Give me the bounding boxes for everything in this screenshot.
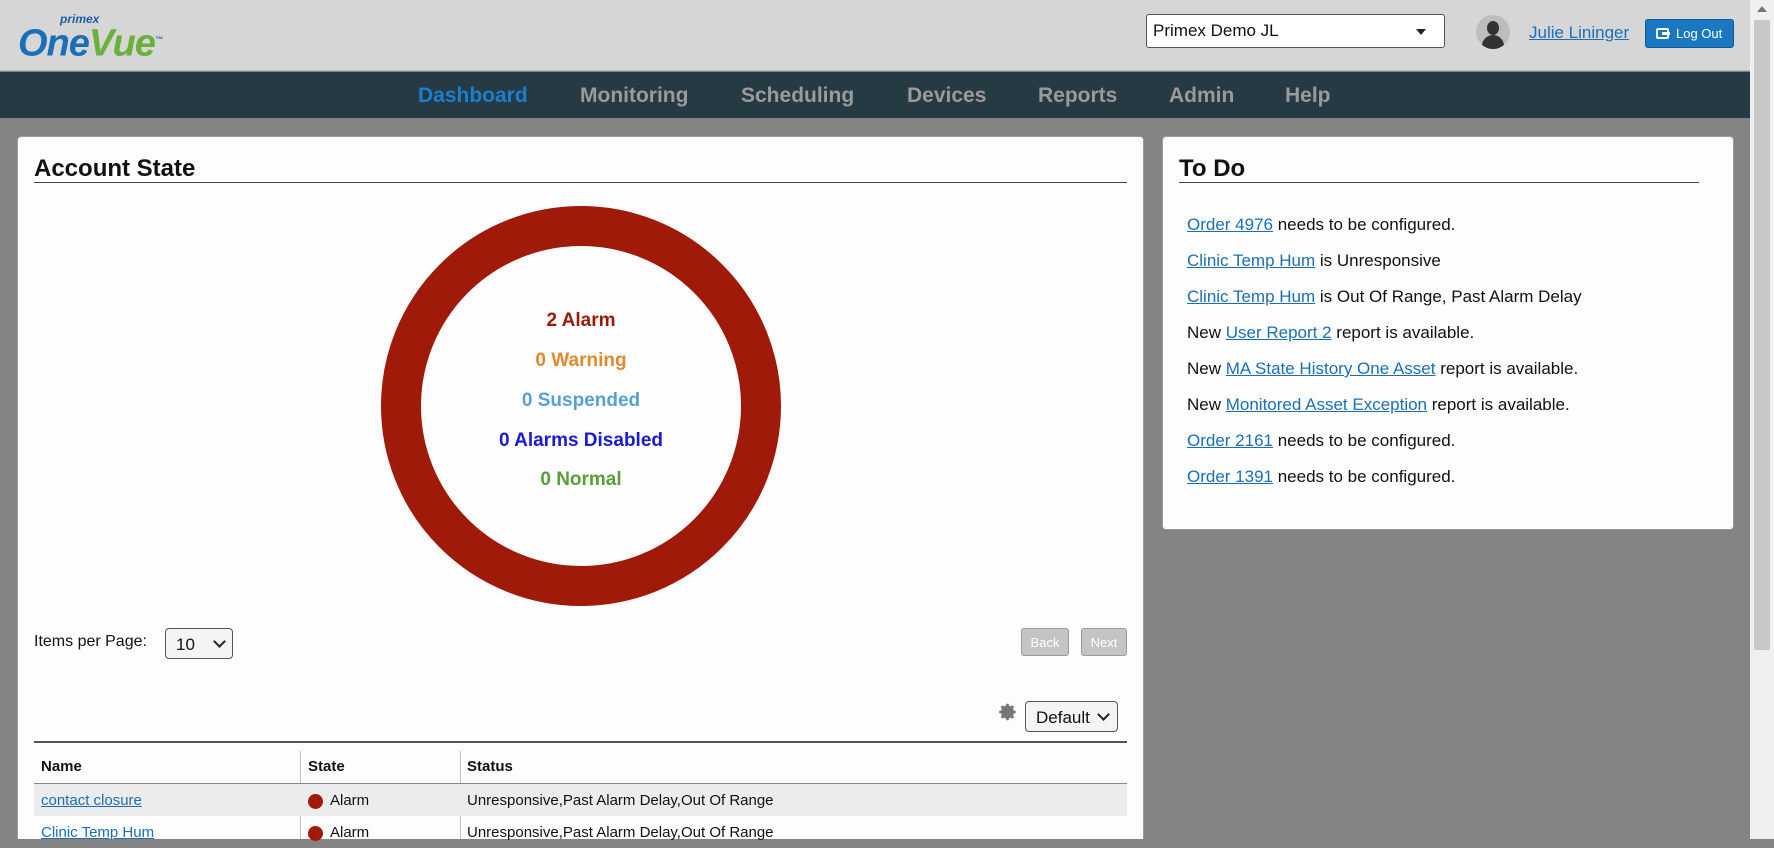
todo-link[interactable]: MA State History One Asset [1226,359,1436,378]
table-row[interactable]: Clinic Temp Hum Alarm Unresponsive,Past … [34,816,1127,848]
todo-item: New User Report 2 report is available. [1187,323,1475,342]
row-name-link[interactable]: contact closure [41,792,142,809]
main-nav: Dashboard Monitoring Scheduling Devices … [0,72,1750,118]
logout-button[interactable]: Log Out [1645,19,1734,48]
title-divider [1179,182,1699,183]
nav-dashboard[interactable]: Dashboard [418,84,528,108]
todo-item: Clinic Temp Hum is Unresponsive [1187,251,1441,270]
items-per-page-label: Items per Page: [34,633,147,650]
gear-icon[interactable] [996,701,1018,723]
state-warning-count[interactable]: 0 Warning [381,350,781,372]
todo-item: Order 4976 needs to be configured. [1187,215,1456,234]
nav-monitoring[interactable]: Monitoring [580,84,688,108]
scrollbar-thumb[interactable] [1754,20,1770,650]
todo-item: Order 2161 needs to be configured. [1187,431,1456,450]
todo-title: To Do [1179,155,1246,182]
row-state: Alarm [330,792,370,809]
avatar-icon [1476,15,1510,49]
todo-link[interactable]: Order 2161 [1187,431,1273,450]
todo-link[interactable]: Monitored Asset Exception [1226,395,1427,414]
items-per-page-value: 10 [176,635,195,654]
title-divider [34,182,1127,183]
account-select-value: Primex Demo JL [1153,21,1279,40]
column-header-status[interactable]: Status [467,758,513,775]
state-normal-count[interactable]: 0 Normal [381,469,781,491]
column-header-name[interactable]: Name [41,758,82,775]
todo-item: Clinic Temp Hum is Out Of Range, Past Al… [1187,287,1582,306]
chevron-down-icon [1097,708,1110,721]
table-row[interactable]: contact closure Alarm Unresponsive,Past … [34,784,1127,816]
logo-wordmark: OneVue™ [18,22,163,65]
todo-item: Order 1391 needs to be configured. [1187,467,1456,486]
todo-link[interactable]: Order 4976 [1187,215,1273,234]
view-select[interactable]: Default [1025,701,1118,732]
nav-scheduling[interactable]: Scheduling [741,84,854,108]
scroll-up-arrow-icon[interactable] [1757,6,1767,12]
todo-item: New MA State History One Asset report is… [1187,359,1579,378]
alarm-status-dot-icon [308,794,323,809]
row-status: Unresponsive,Past Alarm Delay,Out Of Ran… [467,792,774,809]
top-header: primex OneVue™ Primex Demo JL Julie Lini… [0,0,1750,71]
row-name-link[interactable]: Clinic Temp Hum [41,824,154,841]
todo-link[interactable]: Clinic Temp Hum [1187,287,1315,306]
todo-link[interactable]: Order 1391 [1187,467,1273,486]
state-alarm-count[interactable]: 2 Alarm [381,310,781,332]
account-select[interactable]: Primex Demo JL [1146,14,1445,48]
account-state-title: Account State [34,155,196,182]
items-per-page-select[interactable]: 10 [165,628,233,659]
view-select-value: Default [1036,708,1090,727]
row-state: Alarm [330,824,370,841]
nav-devices[interactable]: Devices [907,84,986,108]
state-suspended-count[interactable]: 0 Suspended [381,390,781,412]
chevron-down-icon [213,635,226,648]
caret-down-icon [1416,29,1426,35]
page-scrollbar[interactable] [1750,0,1774,839]
todo-item: New Monitored Asset Exception report is … [1187,395,1570,414]
user-profile-link[interactable]: Julie Lininger [1529,23,1629,43]
todo-link[interactable]: Clinic Temp Hum [1187,251,1315,270]
back-button[interactable]: Back [1021,628,1069,656]
onevue-logo[interactable]: primex OneVue™ [18,12,168,64]
logout-label: Log Out [1676,26,1723,41]
nav-reports[interactable]: Reports [1038,84,1117,108]
next-button[interactable]: Next [1081,628,1127,656]
state-alarms-disabled-count[interactable]: 0 Alarms Disabled [381,430,781,452]
column-header-state[interactable]: State [308,758,345,775]
nav-admin[interactable]: Admin [1169,84,1234,108]
table-top-divider [34,741,1127,743]
nav-help[interactable]: Help [1285,84,1331,108]
todo-link[interactable]: User Report 2 [1226,323,1332,342]
logout-icon [1656,28,1670,39]
row-status: Unresponsive,Past Alarm Delay,Out Of Ran… [467,824,774,841]
